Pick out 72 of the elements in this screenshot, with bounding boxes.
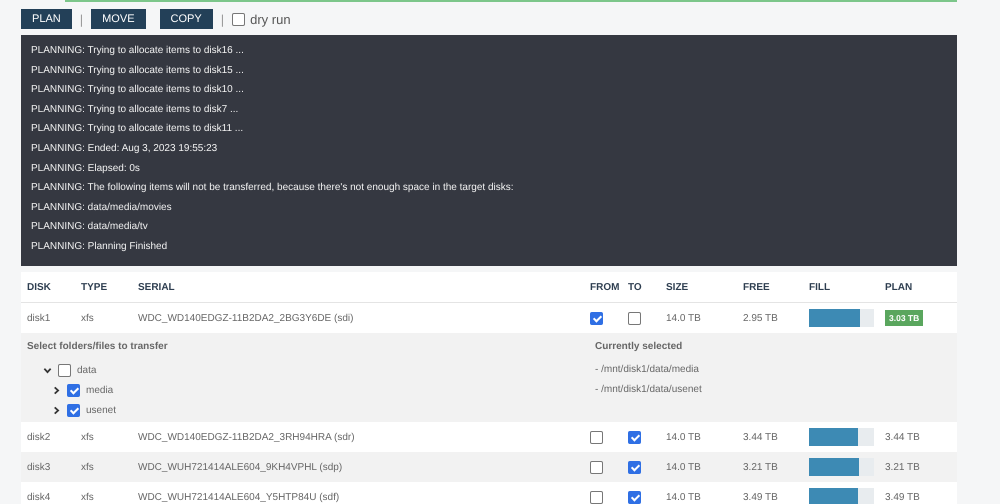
table-cell-text: 3.49 TB — [743, 492, 779, 502]
table-cell-text: disk2 — [27, 432, 52, 442]
table-cell-text: 3.44 TB — [743, 432, 779, 442]
copy-button[interactable]: COPY — [160, 9, 213, 29]
chevron-right-icon[interactable] — [52, 386, 61, 394]
checkbox[interactable] — [67, 384, 80, 396]
plan-button[interactable]: PLAN — [21, 9, 72, 29]
table-cell-text: disk1 — [27, 312, 52, 324]
table-cell-text: xfs — [81, 432, 95, 442]
table-cell-text: xfs — [81, 312, 95, 324]
log-line: PLANNING: Trying to allocate items to disk7 ... — [30, 102, 240, 117]
chevron-down-icon[interactable] — [43, 366, 52, 374]
log-line: PLANNING: Elapsed: 0s — [30, 162, 141, 176]
table-cell-text: 2.95 TB — [743, 312, 779, 324]
move-button[interactable]: MOVE — [91, 9, 146, 29]
log-line: PLANNING: Trying to allocate items to disk16 ... — [30, 44, 245, 58]
checkbox[interactable] — [628, 490, 641, 504]
column-header: PLAN — [885, 282, 914, 292]
plan-badge: 3.03 TB — [885, 310, 924, 326]
column-header: TYPE — [81, 282, 108, 292]
tree-item[interactable]: media — [86, 384, 114, 396]
table-cell-text: xfs — [81, 462, 95, 472]
tree-item[interactable]: data — [77, 364, 96, 376]
chevron-right-icon[interactable] — [52, 406, 61, 414]
table-cell-text: xfs — [81, 492, 95, 502]
table-cell-text: 3.21 TB — [885, 462, 921, 472]
checkbox[interactable] — [628, 312, 641, 324]
table-cell-text: 14.0 TB — [666, 432, 702, 442]
column-header: TO — [628, 282, 643, 292]
log-line: PLANNING: The following items will not be transferred, because there's not enough space in the target disks: — [30, 181, 515, 196]
table-cell-text: disk3 — [27, 462, 52, 472]
table-cell-text: WDC_WD140EDGZ-11B2DA2_3RH94HRA (sdr) — [138, 432, 356, 442]
checkbox[interactable] — [58, 364, 71, 376]
section-title: Select folders/files to transfer — [27, 341, 169, 352]
log-line: PLANNING: Trying to allocate items to disk11 ... — [30, 122, 244, 136]
separator: | — [220, 12, 224, 26]
table-cell-text: 14.0 TB — [666, 312, 702, 324]
table-cell-text: 14.0 TB — [666, 462, 702, 472]
dry-run-label: dry run — [250, 12, 291, 26]
table-cell-text: WDC_WUH721414ALE604_9KH4VPHL (sdp) — [138, 462, 344, 472]
log-line: PLANNING: data/media/tv — [30, 220, 149, 234]
checkbox[interactable] — [590, 460, 603, 474]
selected-path: - /mnt/disk1/data/usenet — [595, 383, 703, 397]
table-cell-text: 14.0 TB — [666, 492, 702, 502]
column-header: FREE — [743, 282, 771, 292]
checkbox[interactable] — [232, 12, 246, 26]
column-header: FROM — [590, 282, 620, 292]
column-header: FILL — [809, 282, 832, 292]
column-header: DISK — [27, 282, 52, 292]
log-line: PLANNING: Trying to allocate items to disk10 ... — [30, 83, 245, 98]
checkbox[interactable] — [67, 404, 80, 416]
table-cell-text: WDC_WD140EDGZ-11B2DA2_2BG3Y6DE (sdi) — [138, 312, 354, 324]
table-cell-text: WDC_WUH721414ALE604_Y5HTP84U (sdf) — [138, 492, 340, 502]
separator: | — [80, 12, 84, 26]
table-cell-text: 3.44 TB — [885, 432, 921, 442]
checkbox[interactable] — [590, 430, 603, 444]
section-title: Currently selected — [595, 341, 684, 352]
column-header: SIZE — [666, 282, 690, 292]
table-cell-text: 3.21 TB — [743, 462, 779, 472]
checkbox[interactable] — [590, 312, 603, 324]
table-cell-text: disk4 — [27, 492, 52, 502]
selected-path: - /mnt/disk1/data/media — [595, 363, 700, 377]
log-line: PLANNING: Planning Finished — [30, 240, 168, 254]
checkbox[interactable] — [628, 430, 641, 444]
column-header: SERIAL — [138, 282, 176, 292]
tree-item[interactable]: usenet — [86, 404, 116, 416]
table-cell-text: 3.49 TB — [885, 492, 921, 502]
log-line: PLANNING: Trying to allocate items to disk15 ... — [30, 64, 245, 78]
log-line: PLANNING: data/media/movies — [30, 200, 173, 215]
checkbox[interactable] — [628, 460, 641, 474]
checkbox[interactable] — [590, 490, 603, 504]
log-line: PLANNING: Ended: Aug 3, 2023 19:55:23 — [30, 142, 218, 156]
